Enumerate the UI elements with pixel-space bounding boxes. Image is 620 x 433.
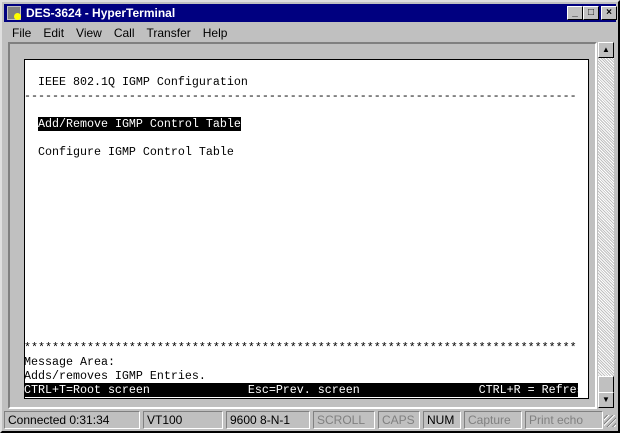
vertical-scrollbar[interactable]: ▲ ▼ <box>598 42 614 408</box>
minimize-button[interactable]: _ <box>567 6 583 20</box>
message-text: Adds/removes IGMP Entries. <box>24 369 206 383</box>
message-area-label: Message Area: <box>24 355 115 369</box>
screen-title: IEEE 802.1Q IGMP Configuration <box>38 75 248 89</box>
menu-call[interactable]: Call <box>108 24 141 42</box>
menu-item-configure-igmp[interactable]: Configure IGMP Control Table <box>38 145 234 159</box>
scroll-thumb[interactable] <box>598 376 614 393</box>
menu-help[interactable]: Help <box>197 24 234 42</box>
menu-transfer[interactable]: Transfer <box>141 24 197 42</box>
resize-grip-icon[interactable] <box>604 415 616 427</box>
scroll-down-arrow-icon[interactable]: ▼ <box>598 392 614 408</box>
status-capture: Capture <box>464 411 522 429</box>
window-title: DES-3624 - HyperTerminal <box>26 6 176 20</box>
divider: ----------------------------------------… <box>24 89 577 103</box>
stars-divider: ****************************************… <box>24 341 577 355</box>
status-port-settings: 9600 8-N-1 <box>226 411 310 429</box>
terminal-frame: IEEE 802.1Q IGMP Configuration ---------… <box>8 42 597 409</box>
scroll-up-arrow-icon[interactable]: ▲ <box>598 42 614 58</box>
close-button[interactable]: × <box>601 6 617 20</box>
status-connected: Connected 0:31:34 <box>4 411 140 429</box>
status-emulation: VT100 <box>143 411 223 429</box>
key-help-bar: CTRL+T=Root screen Esc=Prev. screen CTRL… <box>24 383 578 397</box>
maximize-button[interactable]: □ <box>583 6 599 20</box>
menu-view[interactable]: View <box>70 24 108 42</box>
title-bar: DES-3624 - HyperTerminal <box>4 4 616 22</box>
menu-item-add-remove-igmp[interactable]: Add/Remove IGMP Control Table <box>38 117 241 131</box>
status-scroll: SCROLL <box>313 411 375 429</box>
menu-file[interactable]: File <box>6 24 37 42</box>
status-caps: CAPS <box>378 411 420 429</box>
menu-edit[interactable]: Edit <box>37 24 70 42</box>
status-print-echo: Print echo <box>525 411 603 429</box>
hyperterminal-app-icon[interactable] <box>7 6 21 20</box>
status-num: NUM <box>423 411 461 429</box>
menu-bar: File Edit View Call Transfer Help <box>6 24 233 42</box>
terminal-screen[interactable]: IEEE 802.1Q IGMP Configuration ---------… <box>24 59 589 399</box>
